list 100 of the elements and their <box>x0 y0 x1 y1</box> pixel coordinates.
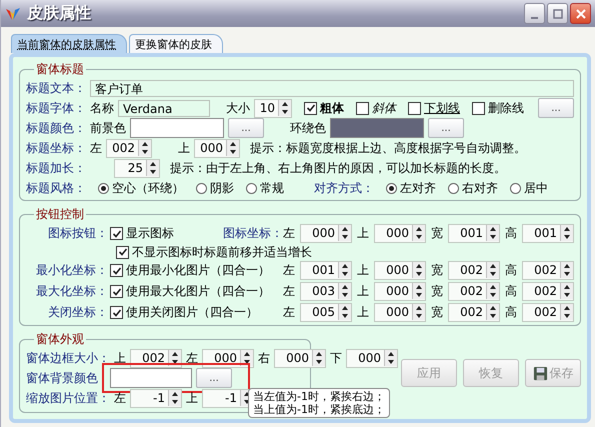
color-picker-button[interactable]: ... <box>428 118 464 138</box>
spin-up-icon[interactable] <box>487 304 499 312</box>
checked-checkbox[interactable] <box>110 285 123 298</box>
spin-up-icon[interactable] <box>339 262 351 270</box>
number-spinner[interactable]: 001 <box>522 224 574 243</box>
tab[interactable]: 当前窗体的皮肤属性 <box>11 34 127 53</box>
spin-up-icon[interactable] <box>561 283 573 291</box>
spin-up-icon[interactable] <box>561 262 573 270</box>
spin-down-icon[interactable] <box>413 270 425 278</box>
spin-down-icon[interactable] <box>413 233 425 241</box>
spin-down-icon[interactable] <box>561 312 573 320</box>
spin-up-icon[interactable] <box>227 140 239 148</box>
spin-up-icon[interactable] <box>413 225 425 233</box>
number-spinner[interactable]: 000 <box>374 282 426 301</box>
checkbox-label: 显示图标 <box>126 225 174 242</box>
number-spinner[interactable]: 000 <box>374 303 426 322</box>
color-swatch[interactable] <box>110 368 192 388</box>
checked-checkbox[interactable] <box>304 102 317 114</box>
radio-button[interactable] <box>448 182 459 194</box>
number-spinner[interactable]: 10 <box>254 98 292 118</box>
spin-up-icon[interactable] <box>339 225 351 233</box>
number-spinner[interactable]: 005 <box>300 303 352 322</box>
spin-up-icon[interactable] <box>561 304 573 312</box>
spin-down-icon[interactable] <box>413 312 425 320</box>
spin-up-icon[interactable] <box>169 390 181 398</box>
number-spinner[interactable]: 003 <box>300 282 352 301</box>
color-picker-button[interactable]: ... <box>228 118 264 138</box>
close-button[interactable] <box>570 3 591 24</box>
spin-up-icon[interactable] <box>487 225 499 233</box>
spin-up-icon[interactable] <box>139 140 151 148</box>
spin-up-icon[interactable] <box>413 283 425 291</box>
checked-checkbox[interactable] <box>110 306 123 319</box>
spin-up-icon[interactable] <box>561 225 573 233</box>
spin-down-icon[interactable] <box>487 233 499 241</box>
number-spinner[interactable]: 000 <box>194 138 240 158</box>
field-label: 上 <box>186 390 198 406</box>
checked-checkbox[interactable] <box>116 246 129 258</box>
number-spinner[interactable]: 001 <box>300 261 352 280</box>
spin-down-icon[interactable] <box>561 233 573 241</box>
checked-checkbox[interactable] <box>110 264 123 277</box>
spin-up-icon[interactable] <box>385 350 397 358</box>
number-spinner[interactable]: 002 <box>448 303 500 322</box>
number-spinner[interactable]: 002 <box>522 303 574 322</box>
color-picker-button[interactable]: ... <box>196 368 232 388</box>
number-spinner[interactable]: 002 <box>522 282 574 301</box>
checkbox[interactable] <box>408 102 421 114</box>
spin-up-icon[interactable] <box>413 304 425 312</box>
number-spinner[interactable]: 001 <box>448 224 500 243</box>
number-spinner[interactable]: 002 <box>448 282 500 301</box>
font-name-field[interactable]: Verdana <box>118 100 210 116</box>
minimize-button[interactable] <box>524 3 545 24</box>
spin-down-icon[interactable] <box>339 312 351 320</box>
spin-down-icon[interactable] <box>487 270 499 278</box>
maximize-button[interactable] <box>547 3 568 24</box>
number-spinner[interactable]: 000 <box>374 261 426 280</box>
number-spinner[interactable]: 25 <box>114 158 160 178</box>
tab[interactable]: 更换窗体的皮肤 <box>129 34 223 53</box>
number-spinner[interactable]: 002 <box>106 138 152 158</box>
spin-up-icon[interactable] <box>241 350 253 358</box>
number-spinner[interactable]: 002 <box>522 261 574 280</box>
spin-down-icon[interactable] <box>413 291 425 299</box>
checkbox[interactable] <box>472 102 485 114</box>
radio-button[interactable] <box>196 182 207 194</box>
spin-up-icon[interactable] <box>339 283 351 291</box>
spin-down-icon[interactable] <box>561 291 573 299</box>
color-swatch[interactable] <box>130 118 224 138</box>
spin-up-icon[interactable] <box>413 262 425 270</box>
color-swatch[interactable] <box>330 118 424 138</box>
spin-down-icon[interactable] <box>561 270 573 278</box>
spin-up-icon[interactable] <box>339 304 351 312</box>
spin-down-icon[interactable] <box>339 291 351 299</box>
spin-up-icon[interactable] <box>487 283 499 291</box>
spin-down-icon[interactable] <box>487 291 499 299</box>
radio-button[interactable] <box>386 182 397 194</box>
radio-button[interactable] <box>246 182 257 194</box>
spin-up-icon[interactable] <box>169 350 181 358</box>
checkbox[interactable] <box>356 102 369 114</box>
field-label: 环绕色 <box>290 120 326 136</box>
group-title: 窗体外观 <box>35 331 85 348</box>
checked-checkbox[interactable] <box>110 227 123 240</box>
number-spinner[interactable]: 000 <box>202 348 254 368</box>
number-spinner[interactable]: 000 <box>374 224 426 243</box>
checkbox-label: 下划线 <box>424 100 460 116</box>
spin-up-icon[interactable] <box>313 350 325 358</box>
title-text-field[interactable]: 客户订单 <box>90 80 574 96</box>
spin-down-icon[interactable] <box>339 233 351 241</box>
spin-down-icon[interactable] <box>487 312 499 320</box>
font-picker-button[interactable]: ... <box>538 98 574 118</box>
number-spinner[interactable]: -1 <box>130 388 182 408</box>
number-spinner[interactable]: 000 <box>274 348 326 368</box>
spin-up-icon[interactable] <box>147 160 159 168</box>
radio-button[interactable] <box>98 182 109 194</box>
number-spinner[interactable]: 002 <box>448 261 500 280</box>
number-spinner[interactable]: 000 <box>346 348 398 368</box>
field-label: 上 <box>357 304 369 321</box>
spin-up-icon[interactable] <box>487 262 499 270</box>
number-spinner[interactable]: 000 <box>300 224 352 243</box>
radio-button[interactable] <box>510 182 521 194</box>
spin-down-icon[interactable] <box>339 270 351 278</box>
spin-up-icon[interactable] <box>279 100 291 108</box>
